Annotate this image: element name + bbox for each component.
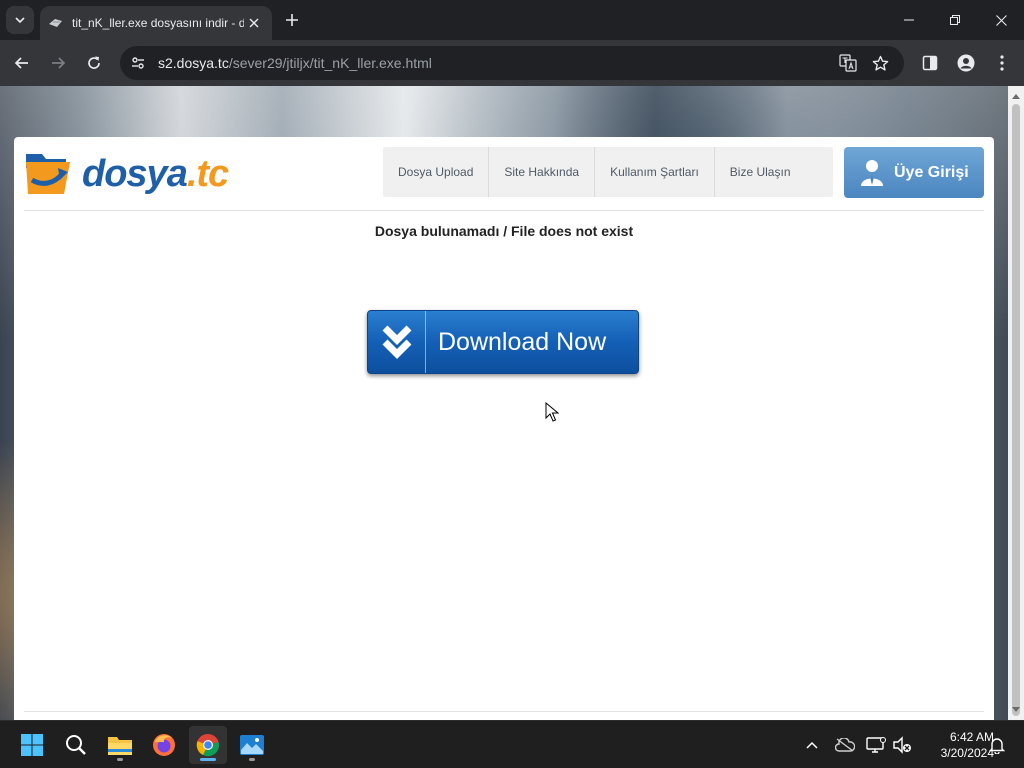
volume-tray-button[interactable] — [888, 729, 916, 761]
arrow-left-icon — [14, 57, 28, 69]
onedrive-tray-button[interactable] — [831, 729, 859, 761]
logo-main: dosya — [82, 152, 188, 195]
show-hidden-icons-button[interactable] — [798, 729, 826, 761]
close-window-button[interactable] — [978, 0, 1024, 40]
minimize-button[interactable] — [886, 0, 932, 40]
close-icon — [995, 14, 1007, 26]
page-viewport: dosya.tc Dosya Upload Site Hakkında Kull… — [0, 86, 1008, 720]
taskbar-photos[interactable] — [233, 726, 271, 764]
double-chevron-down-icon — [368, 311, 426, 373]
nav-dosya-upload[interactable]: Dosya Upload — [383, 147, 490, 197]
translate-button[interactable] — [834, 49, 862, 77]
taskbar-firefox[interactable] — [145, 726, 183, 764]
back-button[interactable] — [8, 49, 36, 77]
site-favicon — [48, 15, 64, 31]
scroll-down-arrow-icon[interactable] — [1008, 702, 1024, 718]
login-button[interactable]: Üye Girişi — [844, 147, 984, 198]
browser-toolbar: s2.dosya.tc/sever29/jtiljx/tit_nK_ller.e… — [0, 40, 1024, 86]
forward-button[interactable] — [44, 49, 72, 77]
taskbar-search-button[interactable] — [57, 726, 95, 764]
restore-button[interactable] — [932, 0, 978, 40]
network-tray-button[interactable] — [862, 729, 890, 761]
file-explorer-icon — [108, 737, 132, 755]
reload-button[interactable] — [80, 49, 108, 77]
cloud-offline-icon — [835, 738, 855, 752]
download-now-button[interactable]: Download Now — [367, 310, 639, 374]
site-nav: Dosya Upload Site Hakkında Kullanım Şart… — [383, 147, 833, 197]
scroll-up-arrow-icon[interactable] — [1008, 88, 1024, 104]
login-label: Üye Girişi — [894, 163, 969, 181]
tab-title: tit_nK_ller.exe dosyasını indir - d — [72, 16, 244, 30]
bookmark-button[interactable] — [866, 49, 894, 77]
address-bar[interactable]: s2.dosya.tc/sever29/jtiljx/tit_nK_ller.e… — [120, 46, 904, 80]
taskbar: 6:42 AM 3/20/2024 — [0, 720, 1024, 768]
arrow-right-icon — [52, 57, 66, 69]
photos-icon — [240, 735, 264, 755]
minimize-icon — [904, 19, 914, 21]
download-now-label: Download Now — [438, 327, 607, 356]
side-panel-button[interactable] — [916, 49, 944, 77]
more-vertical-icon — [1000, 55, 1004, 71]
restore-icon — [950, 15, 960, 25]
app-running-indicator — [117, 758, 123, 761]
translate-icon — [839, 54, 857, 72]
app-running-indicator — [249, 758, 255, 761]
folder-logo-icon — [26, 154, 70, 194]
chevron-up-icon — [806, 741, 818, 749]
volume-muted-icon — [893, 736, 911, 754]
tab-strip: tit_nK_ller.exe dosyasını indir - d — [0, 0, 1024, 40]
search-icon — [66, 735, 86, 755]
nav-kullanim-sartlari[interactable]: Kullanım Şartları — [595, 147, 715, 197]
url-path: /sever29/jtiljx/tit_nK_ller.exe.html — [228, 55, 432, 71]
profile-button[interactable] — [952, 49, 980, 77]
start-icon — [21, 734, 43, 756]
side-panel-icon — [922, 55, 938, 71]
taskbar-chrome[interactable] — [189, 726, 227, 764]
chrome-icon — [196, 733, 219, 757]
firefox-icon — [153, 734, 175, 756]
site-logo[interactable]: dosya.tc — [24, 149, 229, 199]
chevron-down-icon — [15, 17, 25, 24]
tune-icon — [132, 57, 144, 69]
logo-text: dosya.tc — [82, 152, 229, 196]
close-icon — [249, 18, 259, 28]
user-icon — [861, 159, 883, 186]
scrollbar-thumb[interactable] — [1012, 104, 1020, 716]
notifications-button[interactable] — [983, 729, 1011, 761]
new-tab-button[interactable] — [280, 8, 304, 32]
taskbar-file-explorer[interactable] — [101, 726, 139, 764]
profile-icon — [957, 54, 975, 72]
url-text: s2.dosya.tc/sever29/jtiljx/tit_nK_ller.e… — [158, 55, 432, 71]
browser-menu-button[interactable] — [988, 49, 1016, 77]
header-divider — [24, 210, 984, 211]
tab-active[interactable]: tit_nK_ller.exe dosyasını indir - d — [40, 6, 272, 40]
file-not-found-notice: Dosya bulunamadı / File does not exist — [374, 223, 634, 239]
start-button[interactable] — [13, 726, 51, 764]
app-active-indicator — [200, 758, 216, 761]
logo-accent: .tc — [186, 152, 229, 195]
nav-bize-ulasin[interactable]: Bize Ulaşın — [715, 147, 806, 197]
network-icon — [866, 737, 886, 753]
tab-search-button[interactable] — [6, 6, 34, 34]
mouse-cursor-icon — [545, 402, 559, 422]
tab-close-button[interactable] — [244, 13, 264, 33]
site-info-button[interactable] — [124, 49, 152, 77]
bell-icon — [989, 738, 1005, 754]
footer-divider — [24, 711, 984, 712]
plus-icon — [286, 14, 298, 26]
nav-site-hakkinda[interactable]: Site Hakkında — [489, 147, 596, 197]
url-host: s2.dosya.tc — [158, 55, 229, 71]
page-card: dosya.tc Dosya Upload Site Hakkında Kull… — [14, 137, 994, 720]
star-icon — [872, 55, 888, 71]
reload-icon — [88, 56, 100, 69]
page-scrollbar[interactable] — [1008, 86, 1024, 720]
